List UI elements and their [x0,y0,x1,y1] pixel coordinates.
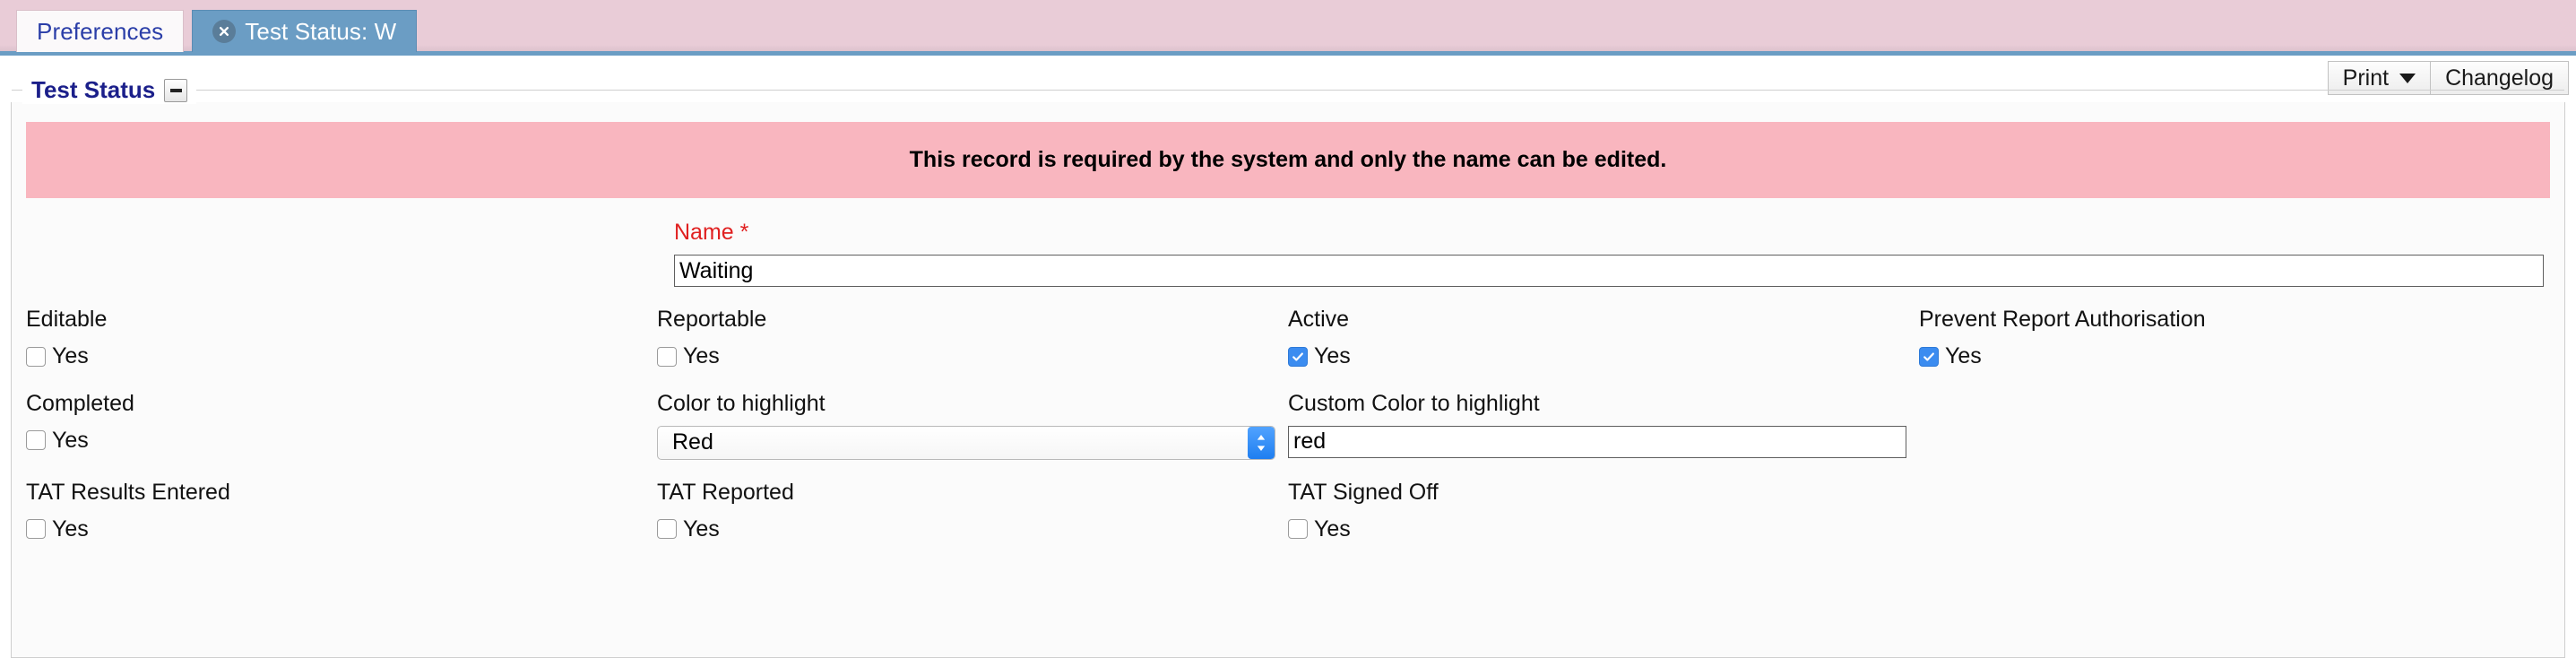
checkbox-checked-icon [1288,346,1308,367]
reportable-checkbox[interactable]: Yes [657,345,720,368]
tat-reported-label: TAT Reported [657,479,794,505]
caret-down-icon [2399,73,2416,83]
tat-reported-checkbox[interactable]: Yes [657,515,720,541]
color-to-highlight-select[interactable]: Red [657,425,1275,460]
chevron-up-down-icon [1248,426,1275,459]
system-record-alert: This record is required by the system an… [26,122,2550,198]
checkbox-row-3: TAT Results Entered Yes TAT Reported Yes… [26,481,2550,544]
system-record-alert-text: This record is required by the system an… [909,147,1667,172]
name-field-group: Name * [674,221,2544,287]
field-prevent-report-authorisation: Prevent Report Authorisation Yes [1919,308,2550,368]
checkbox-unchecked-icon [26,346,46,367]
checkbox-unchecked-icon [1288,519,1308,539]
legend-rule-right [196,90,2564,91]
checkbox-unchecked-icon [657,519,677,539]
close-circle-icon[interactable] [212,20,237,43]
tab-strip: Preferences Test Status: W [0,0,2576,56]
field-tat-signed-off: TAT Signed Off Yes [1288,481,1919,544]
checkbox-unchecked-icon [657,346,677,367]
editable-checkbox-label: Yes [52,343,89,368]
tat-results-entered-label: TAT Results Entered [26,479,230,505]
top-toolbar: Print Changelog [0,56,2576,100]
tab-preferences[interactable]: Preferences [16,10,185,52]
tab-test-status[interactable]: Test Status: W [192,10,418,52]
prevent-report-authorisation-checkbox-label: Yes [1945,343,1982,368]
prevent-report-authorisation-checkbox[interactable]: Yes [1919,345,1982,368]
editable-label: Editable [26,307,108,332]
tab-test-status-label: Test Status: W [245,17,397,45]
name-row: Name * [26,221,2550,287]
reportable-label: Reportable [657,307,767,332]
active-label: Active [1288,307,1350,332]
checkbox-checked-icon [1919,346,1939,367]
field-tat-results-entered: TAT Results Entered Yes [26,481,657,544]
tat-signed-off-checkbox-label: Yes [1314,515,1351,541]
completed-label: Completed [26,390,134,416]
active-checkbox[interactable]: Yes [1288,345,1351,368]
minus-icon[interactable] [164,78,188,102]
custom-color-to-highlight-label: Custom Color to highlight [1288,390,1540,416]
color-to-highlight-label: Color to highlight [657,390,826,416]
custom-color-to-highlight-input[interactable] [1288,425,1906,458]
tat-signed-off-checkbox[interactable]: Yes [1288,515,1351,541]
active-checkbox-label: Yes [1314,343,1351,368]
legend-content: Test Status [22,76,197,104]
checkbox-unchecked-icon [26,430,46,450]
legend-rule-left [12,90,22,91]
test-status-panel: Test Status This record is required by t… [11,76,2565,658]
completed-checkbox-label: Yes [52,427,89,453]
field-color-to-highlight: Color to highlight Red [657,390,1288,460]
page-title: Test Status [31,76,156,103]
checkbox-row-2: Completed Yes Color to highlight Red Cus… [26,390,2550,460]
field-reportable: Reportable Yes [657,308,1288,371]
tat-reported-checkbox-label: Yes [683,515,720,541]
field-tat-reported: TAT Reported Yes [657,481,1288,544]
print-button-label: Print [2342,65,2390,91]
field-active: Active Yes [1288,308,1919,368]
reportable-checkbox-label: Yes [683,343,720,368]
checkbox-row-1: Editable Yes Reportable Yes Active Yes P… [26,308,2550,371]
field-completed: Completed Yes [26,390,657,455]
tat-signed-off-label: TAT Signed Off [1288,479,1439,505]
checkbox-unchecked-icon [26,519,46,539]
completed-checkbox[interactable]: Yes [26,429,89,452]
tab-preferences-label: Preferences [37,17,164,45]
field-custom-color-to-highlight: Custom Color to highlight [1288,390,1919,458]
panel-legend: Test Status [12,76,2564,104]
name-label: Name * [674,220,749,245]
editable-checkbox[interactable]: Yes [26,345,89,368]
changelog-button-label: Changelog [2445,65,2554,91]
color-to-highlight-value: Red [672,431,713,454]
name-input[interactable] [674,255,2544,287]
field-editable: Editable Yes [26,308,657,371]
tat-results-entered-checkbox[interactable]: Yes [26,515,89,541]
tat-results-entered-checkbox-label: Yes [52,515,89,541]
prevent-report-authorisation-label: Prevent Report Authorisation [1919,307,2206,332]
